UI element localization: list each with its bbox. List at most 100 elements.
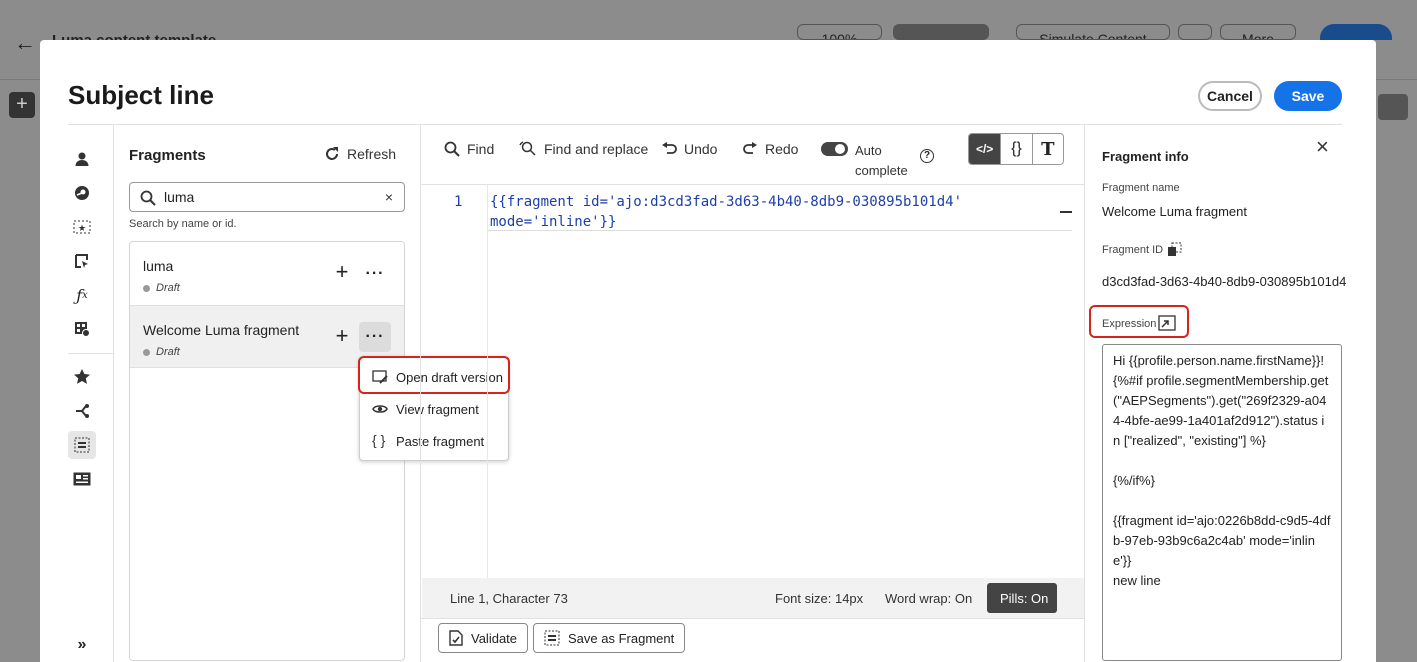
eye-icon [372,405,388,413]
background-view-toggle[interactable] [893,24,989,40]
background-zoom-select[interactable]: 100% [797,24,882,40]
fragment-id-label: Fragment ID [1102,244,1164,256]
expand-icon[interactable]: » [68,631,96,659]
audience-icon[interactable] [68,179,96,207]
status-badge: Draft [143,282,180,294]
more-actions-button[interactable]: ··· [359,322,391,352]
list-item[interactable]: luma Draft + ··· [130,242,404,304]
status-badge: Draft [143,346,180,358]
autocomplete-toggle[interactable] [821,142,848,156]
dataset-icon[interactable] [68,315,96,343]
profile-icon[interactable] [68,145,96,173]
help-icon[interactable]: ? [920,149,934,163]
status-dot [143,284,150,292]
cancel-button[interactable]: Cancel [1198,81,1262,111]
rail-separator [68,353,113,354]
editor-status-bar: Line 1, Character 73 Font size: 14px Wor… [422,578,1084,618]
gutter-divider [487,185,488,578]
search-value: luma [164,189,195,205]
menu-item-label: Paste fragment [396,433,485,449]
clear-search-icon[interactable]: × [385,189,393,205]
fragment-name-value: Welcome Luma fragment [1102,204,1247,219]
line-number: 1 [454,194,463,210]
autocomplete-label-line2: complete [855,163,908,178]
find-replace-button[interactable]: Find and replace [519,141,648,157]
text-view-icon[interactable]: T [1031,134,1063,164]
subject-line-dialog: Subject line Cancel Save ★ ƒx » Fragment… [40,40,1376,662]
status-dot [143,348,150,356]
fragment-name: Welcome Luma fragment [143,322,300,338]
fragment-info-title: Fragment info [1102,149,1189,164]
find-button[interactable]: Find [444,141,494,157]
menu-item-paste-fragment[interactable]: { } Paste fragment [360,426,508,456]
fragment-name: luma [143,258,174,274]
refresh-button[interactable]: Refresh [324,146,396,162]
background-more-label: More [1242,31,1274,40]
svg-text:★: ★ [78,223,86,233]
validate-button[interactable]: Validate [438,623,529,653]
context-icon[interactable] [68,247,96,275]
autocomplete-label: Auto complete [855,141,908,181]
background-add-icon[interactable]: + [9,92,35,118]
background-save-button[interactable] [1320,24,1392,40]
validate-label: Validate [471,630,518,646]
background-template-title: Luma content template [52,32,216,40]
offers-icon[interactable]: ★ [68,213,96,241]
code-line[interactable]: {{fragment id='ajo:d3cd3fad-3d63-4b40-8d… [490,194,962,210]
background-settings-icon[interactable] [1378,94,1408,120]
editor-mode-switcher: </> {} T [968,133,1064,165]
font-size-setting[interactable]: Font size: 14px [775,591,863,606]
braces-icon: { } [372,432,386,448]
validate-icon [449,630,463,646]
copy-icon[interactable] [1167,242,1183,258]
background-simulate-button[interactable]: Simulate Content [1016,24,1170,40]
status-label: Draft [156,346,180,358]
fragment-name-label: Fragment name [1102,182,1180,194]
undo-label: Undo [684,141,718,157]
word-wrap-setting[interactable]: Word wrap: On [885,591,972,606]
background-more-button[interactable]: More [1220,24,1296,40]
rail-divider [113,125,114,662]
journey-icon[interactable] [68,397,96,425]
save-as-fragment-button[interactable]: Save as Fragment [533,623,686,653]
redo-button[interactable]: Redo [742,141,798,157]
menu-item-view-fragment[interactable]: View fragment [360,394,508,424]
find-label: Find [467,141,495,157]
fragment-search-input[interactable]: luma × [129,182,405,212]
assets-icon[interactable] [68,465,96,493]
refresh-icon [326,147,338,160]
redo-label: Redo [765,141,799,157]
braces-view-icon[interactable]: {} [1000,134,1031,164]
fragment-id-value: d3cd3fad-3d63-4b40-8db9-030895b101d4 [1102,274,1347,289]
refresh-label: Refresh [347,146,397,162]
background-left-rail: + [0,80,40,662]
expression-textarea[interactable]: Hi {{profile.person.name.firstName}}! {%… [1102,344,1342,661]
pills-toggle[interactable]: Pills: On [987,583,1057,613]
toggle-knob [835,144,845,154]
scroll-marker [1060,211,1072,213]
background-undo-button[interactable] [1178,24,1212,40]
undo-button[interactable]: Undo [661,141,717,157]
header-divider [68,124,1342,125]
code-line[interactable]: mode='inline'}} [490,214,616,230]
save-as-fragment-label: Save as Fragment [568,630,675,646]
add-fragment-button[interactable]: + [331,325,353,348]
fragment-icon [544,630,560,646]
save-button[interactable]: Save [1274,81,1342,111]
find-replace-label: Find and replace [544,141,649,157]
menu-item-label: View fragment [396,401,479,417]
status-divider [421,618,1084,619]
function-icon[interactable]: ƒx [68,281,96,309]
close-icon[interactable]: × [1316,134,1329,160]
background-zoom-value: 100% [821,31,858,40]
status-label: Draft [156,282,180,294]
add-fragment-button[interactable]: + [331,261,353,284]
search-icon [140,190,156,206]
code-view-icon[interactable]: </> [969,134,1001,164]
background-simulate-label: Simulate Content [1039,31,1147,40]
back-arrow-icon[interactable]: ← [14,30,36,56]
favorites-icon[interactable] [68,363,96,391]
search-hint: Search by name or id. [129,218,237,230]
fragments-icon[interactable] [68,431,96,459]
more-actions-button[interactable]: ··· [359,259,391,289]
